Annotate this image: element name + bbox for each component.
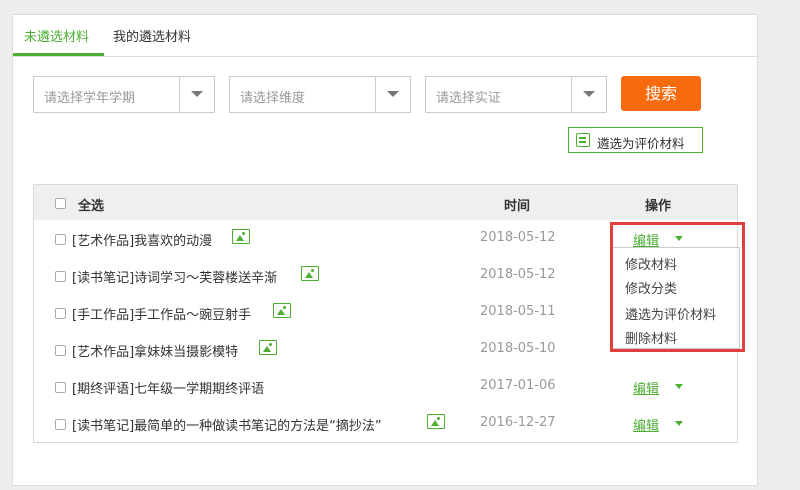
action-header: 操作	[645, 199, 672, 214]
material-date: 2018-05-12	[480, 267, 556, 282]
evidence-placeholder: 请选择实证	[436, 91, 502, 106]
select-all-label: 全选	[78, 199, 105, 214]
material-title[interactable]: [艺术作品]拿妹妹当摄影模特	[72, 341, 238, 360]
dimension-placeholder: 请选择维度	[240, 91, 306, 106]
year-term-dropdown-toggle[interactable]	[179, 77, 214, 112]
search-button[interactable]: 搜索	[621, 76, 701, 111]
edit-dropdown-menu: 修改材料 修改分类 遴选为评价材料 删除材料	[612, 247, 740, 349]
select-as-eval-button[interactable]: 遴选为评价材料	[568, 127, 703, 153]
dimension-dropdown-toggle[interactable]	[375, 77, 410, 112]
table-header: 全选 时间 操作	[34, 185, 737, 220]
material-date: 2018-05-11	[480, 304, 556, 319]
chevron-down-icon	[583, 91, 595, 97]
dimension-select[interactable]: 请选择维度	[229, 76, 411, 113]
tab-my-selected-materials[interactable]: 我的遴选材料	[113, 26, 191, 45]
caret-down-icon[interactable]	[675, 236, 683, 241]
row-checkbox[interactable]	[55, 271, 66, 282]
image-icon[interactable]	[427, 414, 445, 429]
edit-link[interactable]: 编辑	[633, 415, 659, 434]
year-term-placeholder: 请选择学年学期	[44, 91, 136, 106]
tab-bar: 未遴选材料 我的遴选材料	[13, 15, 757, 57]
edit-link[interactable]: 编辑	[633, 378, 659, 397]
row-checkbox[interactable]	[55, 345, 66, 356]
menu-item-delete-material[interactable]: 删除材料	[625, 328, 677, 347]
year-term-select[interactable]: 请选择学年学期	[33, 76, 215, 113]
tab-unselected-materials[interactable]: 未遴选材料	[24, 26, 89, 45]
material-title[interactable]: [艺术作品]我喜欢的动漫	[72, 230, 212, 249]
row-checkbox[interactable]	[55, 308, 66, 319]
material-title[interactable]: [期终评语]七年级一学期期终评语	[72, 378, 264, 397]
row-checkbox[interactable]	[55, 382, 66, 393]
material-date: 2018-05-10	[480, 341, 556, 356]
material-title[interactable]: [手工作品]手工作品～豌豆射手	[72, 304, 251, 323]
material-date: 2017-01-06	[480, 378, 556, 393]
list-icon	[576, 133, 590, 147]
time-header: 时间	[504, 199, 531, 214]
material-title[interactable]: [读书笔记]诗词学习～芙蓉楼送辛渐	[72, 267, 277, 286]
menu-item-edit-category[interactable]: 修改分类	[625, 278, 677, 297]
table-row: [读书笔记]最简单的一种做读书笔记的方法是“摘抄法” 2016-12-27 编辑	[34, 405, 737, 442]
select-as-eval-label: 遴选为评价材料	[597, 136, 685, 151]
image-icon[interactable]	[273, 303, 291, 318]
active-tab-underline	[13, 53, 104, 56]
menu-item-select-as-eval[interactable]: 遴选为评价材料	[625, 304, 716, 323]
select-all-checkbox[interactable]	[55, 198, 66, 209]
material-date: 2018-05-12	[480, 230, 556, 245]
row-checkbox[interactable]	[55, 419, 66, 430]
evidence-dropdown-toggle[interactable]	[571, 77, 606, 112]
material-date: 2016-12-27	[480, 415, 556, 430]
chevron-down-icon	[191, 91, 203, 97]
image-icon[interactable]	[301, 266, 319, 281]
caret-down-icon[interactable]	[675, 384, 683, 389]
row-checkbox[interactable]	[55, 234, 66, 245]
chevron-down-icon	[387, 91, 399, 97]
image-icon[interactable]	[259, 340, 277, 355]
evidence-select[interactable]: 请选择实证	[425, 76, 607, 113]
image-icon[interactable]	[232, 229, 250, 244]
menu-item-edit-material[interactable]: 修改材料	[625, 254, 677, 273]
caret-down-icon[interactable]	[675, 421, 683, 426]
table-row: [期终评语]七年级一学期期终评语 2017-01-06 编辑	[34, 368, 737, 405]
material-title[interactable]: [读书笔记]最简单的一种做读书笔记的方法是“摘抄法”	[72, 415, 382, 434]
